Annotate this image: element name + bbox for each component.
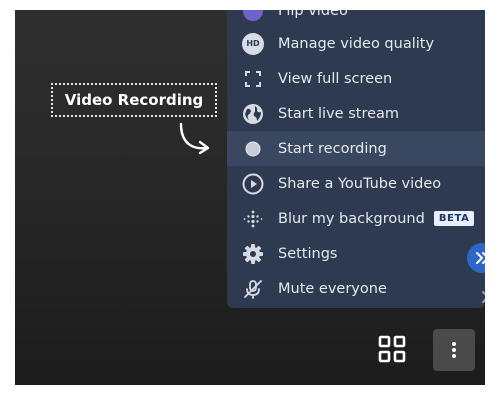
menu-item-label: Start live stream bbox=[278, 105, 400, 122]
beta-badge: BETA bbox=[433, 211, 475, 226]
video-stage: Video Recording Flip video HD Manage vid… bbox=[15, 10, 485, 385]
flip-icon bbox=[242, 10, 264, 22]
menu-item-label: Blur my background bbox=[278, 210, 425, 227]
callout-label: Video Recording bbox=[64, 91, 204, 109]
menu-item-label: Settings bbox=[278, 245, 338, 262]
vertical-dots-icon bbox=[452, 342, 456, 358]
globe-icon bbox=[242, 103, 264, 125]
menu-item-settings[interactable]: Settings bbox=[227, 236, 485, 271]
record-icon bbox=[242, 138, 264, 160]
curved-arrow-icon bbox=[179, 122, 210, 155]
menu-item-label: Manage video quality bbox=[278, 35, 435, 52]
menu-item-label: Flip video bbox=[278, 10, 348, 19]
video-recording-callout: Video Recording bbox=[51, 83, 217, 117]
fullscreen-icon bbox=[242, 68, 264, 90]
double-chevron-right-icon bbox=[476, 252, 485, 264]
gear-icon bbox=[242, 243, 264, 265]
more-options-menu: Flip video HD Manage video quality View … bbox=[227, 10, 485, 308]
menu-item-start-live-stream[interactable]: Start live stream bbox=[227, 96, 485, 131]
menu-item-label: View full screen bbox=[278, 70, 393, 87]
chevron-right-icon[interactable] bbox=[481, 290, 485, 304]
menu-item-start-recording[interactable]: Start recording bbox=[227, 131, 485, 166]
grid-layout-icon[interactable] bbox=[378, 335, 406, 363]
menu-item-share-youtube-video[interactable]: Share a YouTube video bbox=[227, 166, 485, 201]
menu-item-label: Share a YouTube video bbox=[278, 175, 442, 192]
more-options-button[interactable] bbox=[433, 329, 475, 371]
hd-icon: HD bbox=[242, 32, 264, 55]
menu-item-view-full-screen[interactable]: View full screen bbox=[227, 61, 485, 96]
menu-item-manage-video-quality[interactable]: HD Manage video quality bbox=[227, 26, 485, 61]
blur-icon bbox=[242, 208, 264, 230]
menu-item-blur-background[interactable]: Blur my background BETA bbox=[227, 201, 485, 236]
menu-item-mute-everyone[interactable]: Mute everyone bbox=[227, 271, 485, 306]
menu-item-label: Mute everyone bbox=[278, 280, 387, 297]
play-circle-icon bbox=[242, 173, 264, 195]
menu-item-label: Start recording bbox=[278, 140, 387, 157]
mic-off-icon bbox=[242, 278, 264, 300]
